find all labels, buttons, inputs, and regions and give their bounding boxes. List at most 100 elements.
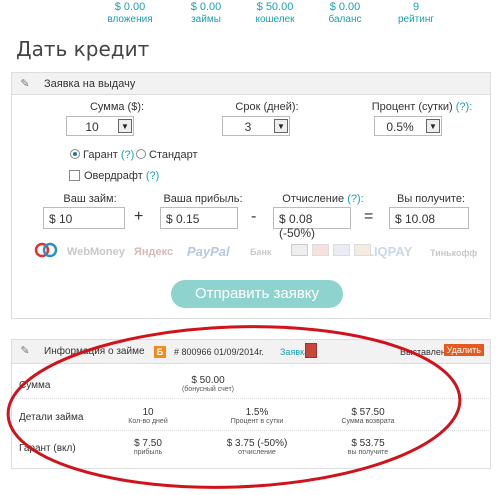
submit-button[interactable]: Отправить заявку — [171, 280, 343, 308]
guarantee-help-link[interactable]: (?) — [121, 149, 134, 161]
card-icon — [291, 244, 308, 256]
stat-value: $ 0.00 — [190, 1, 222, 13]
stat-value: $ 0.00 — [329, 1, 361, 13]
sum-row-label: Сумма — [19, 380, 51, 391]
fee-label: Отчисление (?): — [268, 193, 378, 205]
guarantee-label: Гарант — [83, 149, 118, 161]
profit-cell-sub: прибыль — [133, 449, 163, 456]
paypal-logo: PayPal — [187, 244, 230, 259]
overdraft-help-link[interactable]: (?) — [146, 170, 159, 182]
guarantee-radio[interactable] — [70, 149, 80, 159]
tinkoff-logo: Тинькофф — [430, 248, 478, 258]
profit-cell-value: $ 7.50 — [134, 438, 162, 449]
stat-loans[interactable]: $ 0.00 займы — [171, 1, 241, 26]
profit-label: Ваша прибыль: — [163, 193, 243, 205]
plus-operator: + — [134, 208, 144, 225]
fee-field[interactable]: $ 0.08 (-50%) — [273, 207, 351, 240]
webmoney-logo: WebMoney — [67, 246, 125, 258]
amount-select[interactable]: 10 ▼ — [66, 116, 134, 136]
stat-label: кошелек — [255, 14, 295, 25]
term-value: 3 — [244, 120, 252, 134]
fee-cell: $ 3.75 (-50%) отчисление — [217, 438, 297, 456]
stat-rating[interactable]: 9 рейтинг — [381, 1, 451, 26]
return-value: $ 57.50 — [351, 407, 385, 418]
stat-wallet[interactable]: $ 50.00 кошелек — [240, 1, 310, 26]
rate-value: 0.5% — [386, 120, 414, 134]
fee-label-text: Отчисление — [282, 193, 345, 205]
chevron-down-icon: ▼ — [118, 119, 132, 133]
yandex-logo: Яндекс — [134, 246, 174, 258]
liqpay-logo: LIQPAY — [366, 244, 413, 259]
return-sub: Сумма возврата — [341, 418, 395, 425]
equals-operator: = — [364, 208, 374, 225]
receive-cell-value: $ 53.75 — [351, 438, 385, 449]
sum-cell: $ 50.00 (бонусный счет) — [173, 375, 243, 393]
sum-sub: (бонусный счет) — [181, 386, 235, 393]
panel-header: ✎ Информация о займе Б # 800966 01/09/20… — [12, 340, 490, 364]
loan-type-badge: Б — [154, 346, 166, 358]
rate-select[interactable]: 0.5% ▼ — [374, 116, 442, 136]
stat-value: 9 — [412, 1, 420, 13]
days-sub: Кол-во дней — [128, 418, 168, 425]
loan-reference: # 800966 01/09/2014г. — [174, 347, 264, 357]
mastercard-icon — [333, 244, 350, 256]
stats-bar: $ 0.00 вложения $ 0.00 займы $ 50.00 кошеле… — [0, 0, 500, 30]
sum-value: $ 50.00 — [191, 375, 225, 386]
fee-cell-sub: отчисление — [238, 449, 276, 456]
panel-header: ✎ Заявка на выдачу — [12, 73, 490, 95]
visa-icon — [312, 244, 329, 256]
overdraft-label: Овердрафт — [84, 170, 143, 182]
stat-investments[interactable]: $ 0.00 вложения — [95, 1, 165, 26]
rate-label: Процент (сутки) (?): — [367, 101, 477, 113]
days-cell: 10 Кол-во дней — [118, 407, 178, 425]
standard-option[interactable]: Стандарт — [136, 149, 198, 161]
payment-logos: WebMoney Яндекс PayPal Банк LIQPAY Тиньк… — [12, 243, 490, 263]
stat-balance[interactable]: $ 0.00 баланс — [310, 1, 380, 26]
fee-cell-value: $ 3.75 (-50%) — [226, 438, 288, 449]
days-value: 10 — [142, 407, 154, 418]
loan-label: Ваш займ: — [63, 193, 117, 205]
panel-title: Заявка на выдачу — [44, 78, 136, 90]
term-label: Срок (дней): — [235, 101, 299, 113]
page-title: Дать кредит — [16, 37, 150, 61]
profit-cell: $ 7.50 прибыль — [118, 438, 178, 456]
minus-operator: - — [251, 208, 257, 225]
loan-request-panel: ✎ Заявка на выдачу Сумма ($): 10 ▼ Срок … — [11, 72, 491, 319]
receive-cell-sub: вы получите — [347, 449, 389, 456]
card-icon — [354, 244, 371, 256]
divider — [11, 430, 491, 431]
guarantee-option[interactable]: Гарант (?) — [70, 149, 134, 161]
pdf-icon[interactable] — [305, 343, 317, 358]
rate-label-text: Процент (сутки) — [371, 101, 453, 113]
receive-field[interactable]: $ 10.08 — [389, 207, 469, 229]
loan-field[interactable]: $ 10 — [43, 207, 125, 229]
return-cell: $ 57.50 Сумма возврата — [333, 407, 403, 425]
stat-label: рейтинг — [397, 14, 435, 25]
stat-value: $ 0.00 — [114, 1, 146, 13]
rate-cell-sub: Процент в сутки — [230, 418, 284, 425]
divider — [11, 398, 491, 399]
pencil-icon: ✎ — [20, 345, 30, 357]
pencil-icon: ✎ — [20, 78, 30, 90]
chevron-down-icon: ▼ — [426, 119, 440, 133]
profit-field[interactable]: $ 0.15 — [160, 207, 238, 229]
standard-label: Стандарт — [149, 149, 198, 161]
info-title: Информация о займе — [44, 346, 145, 357]
details-row-label: Детали займа — [19, 412, 84, 423]
term-select[interactable]: 3 ▼ — [222, 116, 290, 136]
receive-label: Вы получите: — [396, 193, 465, 205]
amount-value: 10 — [85, 120, 99, 134]
standard-radio[interactable] — [136, 149, 146, 159]
overdraft-option[interactable]: Овердрафт (?) — [69, 170, 159, 182]
amount-label: Сумма ($): — [89, 101, 145, 113]
receive-cell: $ 53.75 вы получите — [333, 438, 403, 456]
rate-cell: 1.5% Процент в сутки — [222, 407, 292, 425]
fee-help-link[interactable]: (?): — [347, 193, 364, 205]
stat-label: займы — [191, 14, 221, 25]
chevron-down-icon: ▼ — [274, 119, 288, 133]
delete-button[interactable]: Удалить — [443, 344, 484, 356]
rate-cell-value: 1.5% — [245, 407, 269, 418]
guarantee-row-label: Гарант (вкл) — [19, 443, 76, 454]
overdraft-checkbox[interactable] — [69, 170, 80, 181]
rate-help-link[interactable]: (?): — [456, 101, 473, 113]
